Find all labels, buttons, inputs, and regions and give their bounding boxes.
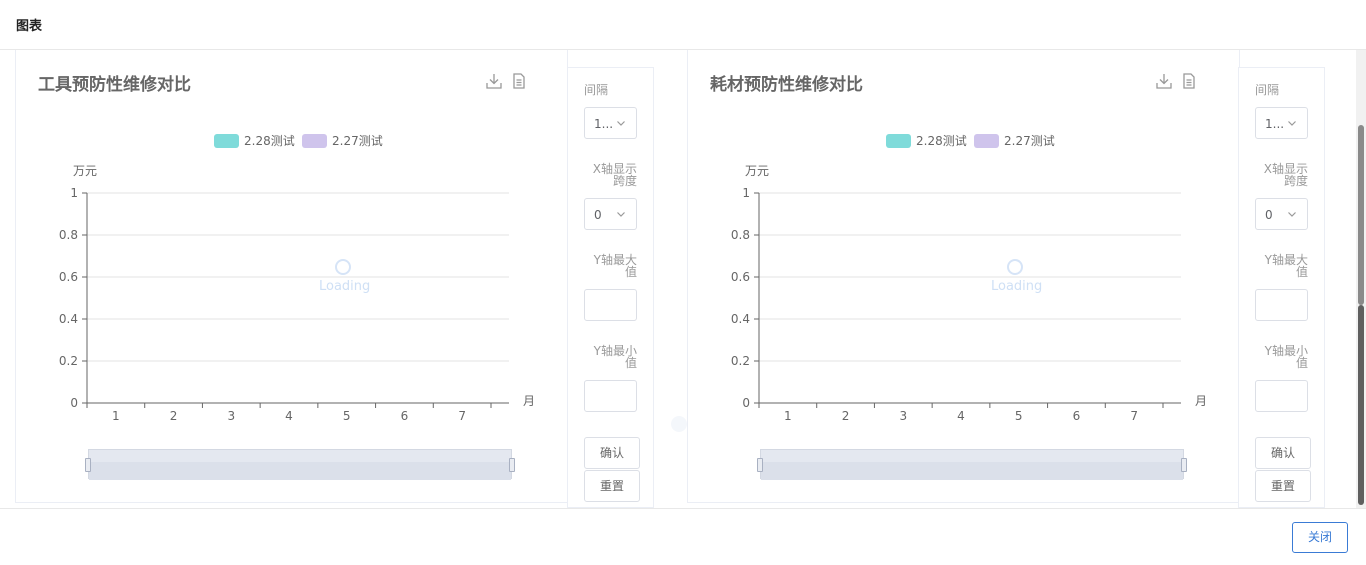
zoom-slider[interactable] — [757, 449, 1187, 480]
x-tick-label: 6 — [401, 409, 409, 423]
settings-label: 跨度 — [612, 174, 637, 188]
x-tick-label: 3 — [227, 409, 235, 423]
chart-panel-2: 耗材预防性维修对比 2.28测试 2.27测试 万元 0 0.2 0.4 0.6 0.8 1 1 2 3… — [687, 50, 1325, 508]
chevron-down-icon — [1288, 121, 1296, 126]
y-tick-label: 1 — [742, 186, 750, 200]
x-tick-label: 2 — [842, 409, 850, 423]
legend-item[interactable]: 2.27测试 — [302, 133, 383, 148]
zoom-slider-range — [761, 462, 1183, 480]
y-tick-label: 0.8 — [59, 228, 78, 242]
x-tick-label: 4 — [285, 409, 293, 423]
x-tick-label: 1 — [112, 409, 120, 423]
y-tick-label: 0.6 — [731, 270, 750, 284]
chevron-down-icon — [617, 212, 625, 217]
zoom-handle-right[interactable] — [1181, 458, 1187, 472]
chart-settings-sidebar: 间隔 1... X轴显示 跨度 0 Y轴最大值 Y轴最小值确认 重置 — [1238, 67, 1325, 508]
x-tick-label: 7 — [458, 409, 466, 423]
loading-spinner — [335, 259, 351, 275]
interval-select-value: 1... — [594, 117, 614, 131]
y-tick-label: 0.2 — [59, 354, 78, 368]
legend-label: 2.28测试 — [244, 133, 295, 148]
scrollbar-thumb[interactable] — [1358, 125, 1364, 305]
zoom-handle-left[interactable] — [757, 458, 763, 472]
reset-button[interactable]: 重置 — [584, 470, 640, 502]
y-tick-label: 0.2 — [731, 354, 750, 368]
dialog-footer: 关闭 — [0, 508, 1366, 565]
y-tick-label: 0 — [742, 396, 750, 410]
dialog-header: 图表 — [0, 0, 1366, 50]
y-tick-label: 0.8 — [731, 228, 750, 242]
legend-label: 2.27测试 — [332, 133, 383, 148]
y-tick-label: 0.4 — [59, 312, 78, 326]
chevron-down-icon — [617, 121, 625, 126]
legend-label: 2.27测试 — [1004, 133, 1055, 148]
confirm-button[interactable]: 确认 — [584, 437, 640, 469]
chart-settings-sidebar: 间隔 1... X轴显示 跨度 0 Y轴最大值 Y轴最小值确认 重置 — [567, 67, 654, 508]
x-tick-label: 4 — [957, 409, 965, 423]
x-tick-label: 3 — [899, 409, 907, 423]
x-tick-label: 5 — [343, 409, 351, 423]
chart-panel-1: 工具预防性维修对比 2.28测试 2.27测试 万元 0 0.2 0.4 0.6 0.8 1 1 2 3… — [15, 50, 654, 508]
zoom-slider[interactable] — [85, 449, 515, 480]
settings-label: 间隔 — [584, 83, 609, 97]
y-tick-label: 0 — [70, 396, 78, 410]
settings-label: 值 — [624, 356, 637, 370]
loading-spinner — [1007, 259, 1023, 275]
y-tick-label: 0.4 — [731, 312, 750, 326]
y-min-input[interactable] — [584, 380, 637, 412]
settings-label: 跨度 — [1283, 174, 1308, 188]
vertical-scrollbar[interactable] — [1356, 50, 1366, 508]
x-tick-label: 6 — [1073, 409, 1081, 423]
x-axis-label: 月 — [523, 394, 535, 408]
x-axis-label: 月 — [1195, 394, 1207, 408]
bar-chart: 2.28测试 2.27测试万元 0 0.2 0.4 0.6 0.8 1 1 2 3 4 5 6 7 月 — [59, 133, 535, 423]
x-tick-label: 5 — [1015, 409, 1023, 423]
chevron-down-icon — [1288, 212, 1296, 217]
legend-swatch — [214, 134, 239, 148]
close-button[interactable]: 关闭 — [1292, 522, 1348, 553]
legend-item[interactable]: 2.27测试 — [974, 133, 1055, 148]
zoom-slider-range — [89, 462, 511, 480]
settings-label: 值 — [1295, 265, 1308, 279]
chart-card: 耗材预防性维修对比 2.28测试 2.27测试 万元 0 0.2 0.4 0.6 0.8 1 1 2 3… — [687, 50, 1240, 503]
settings-label: 值 — [624, 265, 637, 279]
dialog-body: 工具预防性维修对比 2.28测试 2.27测试 万元 0 0.2 0.4 0.6 0.8 1 1 2 3… — [0, 50, 1356, 508]
y-min-input[interactable] — [1255, 380, 1308, 412]
x-tick-label: 7 — [1130, 409, 1138, 423]
scrollbar-thumb-lower[interactable] — [1358, 305, 1364, 505]
settings-label: 间隔 — [1255, 83, 1280, 97]
legend-label: 2.28测试 — [916, 133, 967, 148]
x-span-select-value: 0 — [594, 208, 602, 222]
dialog-title: 图表 — [16, 19, 43, 34]
y-tick-label: 0.6 — [59, 270, 78, 284]
chart-card: 工具预防性维修对比 2.28测试 2.27测试 万元 0 0.2 0.4 0.6 0.8 1 1 2 3… — [15, 50, 568, 503]
legend-swatch — [974, 134, 999, 148]
zoom-handle-right[interactable] — [509, 458, 515, 472]
settings-label: 值 — [1295, 356, 1308, 370]
loading-text: Loading — [319, 279, 371, 294]
y-max-input[interactable] — [584, 289, 637, 321]
x-span-select[interactable]: 0 — [1255, 198, 1308, 230]
x-tick-label: 2 — [170, 409, 178, 423]
confirm-button[interactable]: 确认 — [1255, 437, 1311, 469]
legend-item[interactable]: 2.28测试 — [214, 133, 295, 148]
x-span-select[interactable]: 0 — [584, 198, 637, 230]
y-axis-label: 万元 — [745, 164, 769, 178]
loading-blob — [671, 416, 687, 432]
bar-chart: 2.28测试 2.27测试万元 0 0.2 0.4 0.6 0.8 1 1 2 3 4 5 6 7 月 — [731, 133, 1207, 423]
y-max-input[interactable] — [1255, 289, 1308, 321]
interval-select-value: 1... — [1265, 117, 1285, 131]
x-tick-label: 1 — [784, 409, 792, 423]
legend-swatch — [886, 134, 911, 148]
legend-swatch — [302, 134, 327, 148]
y-tick-label: 1 — [70, 186, 78, 200]
reset-button[interactable]: 重置 — [1255, 470, 1311, 502]
legend-item[interactable]: 2.28测试 — [886, 133, 967, 148]
zoom-handle-left[interactable] — [85, 458, 91, 472]
loading-text: Loading — [991, 279, 1043, 294]
interval-select[interactable]: 1... — [584, 107, 637, 139]
interval-select[interactable]: 1... — [1255, 107, 1308, 139]
x-span-select-value: 0 — [1265, 208, 1273, 222]
y-axis-label: 万元 — [73, 164, 97, 178]
